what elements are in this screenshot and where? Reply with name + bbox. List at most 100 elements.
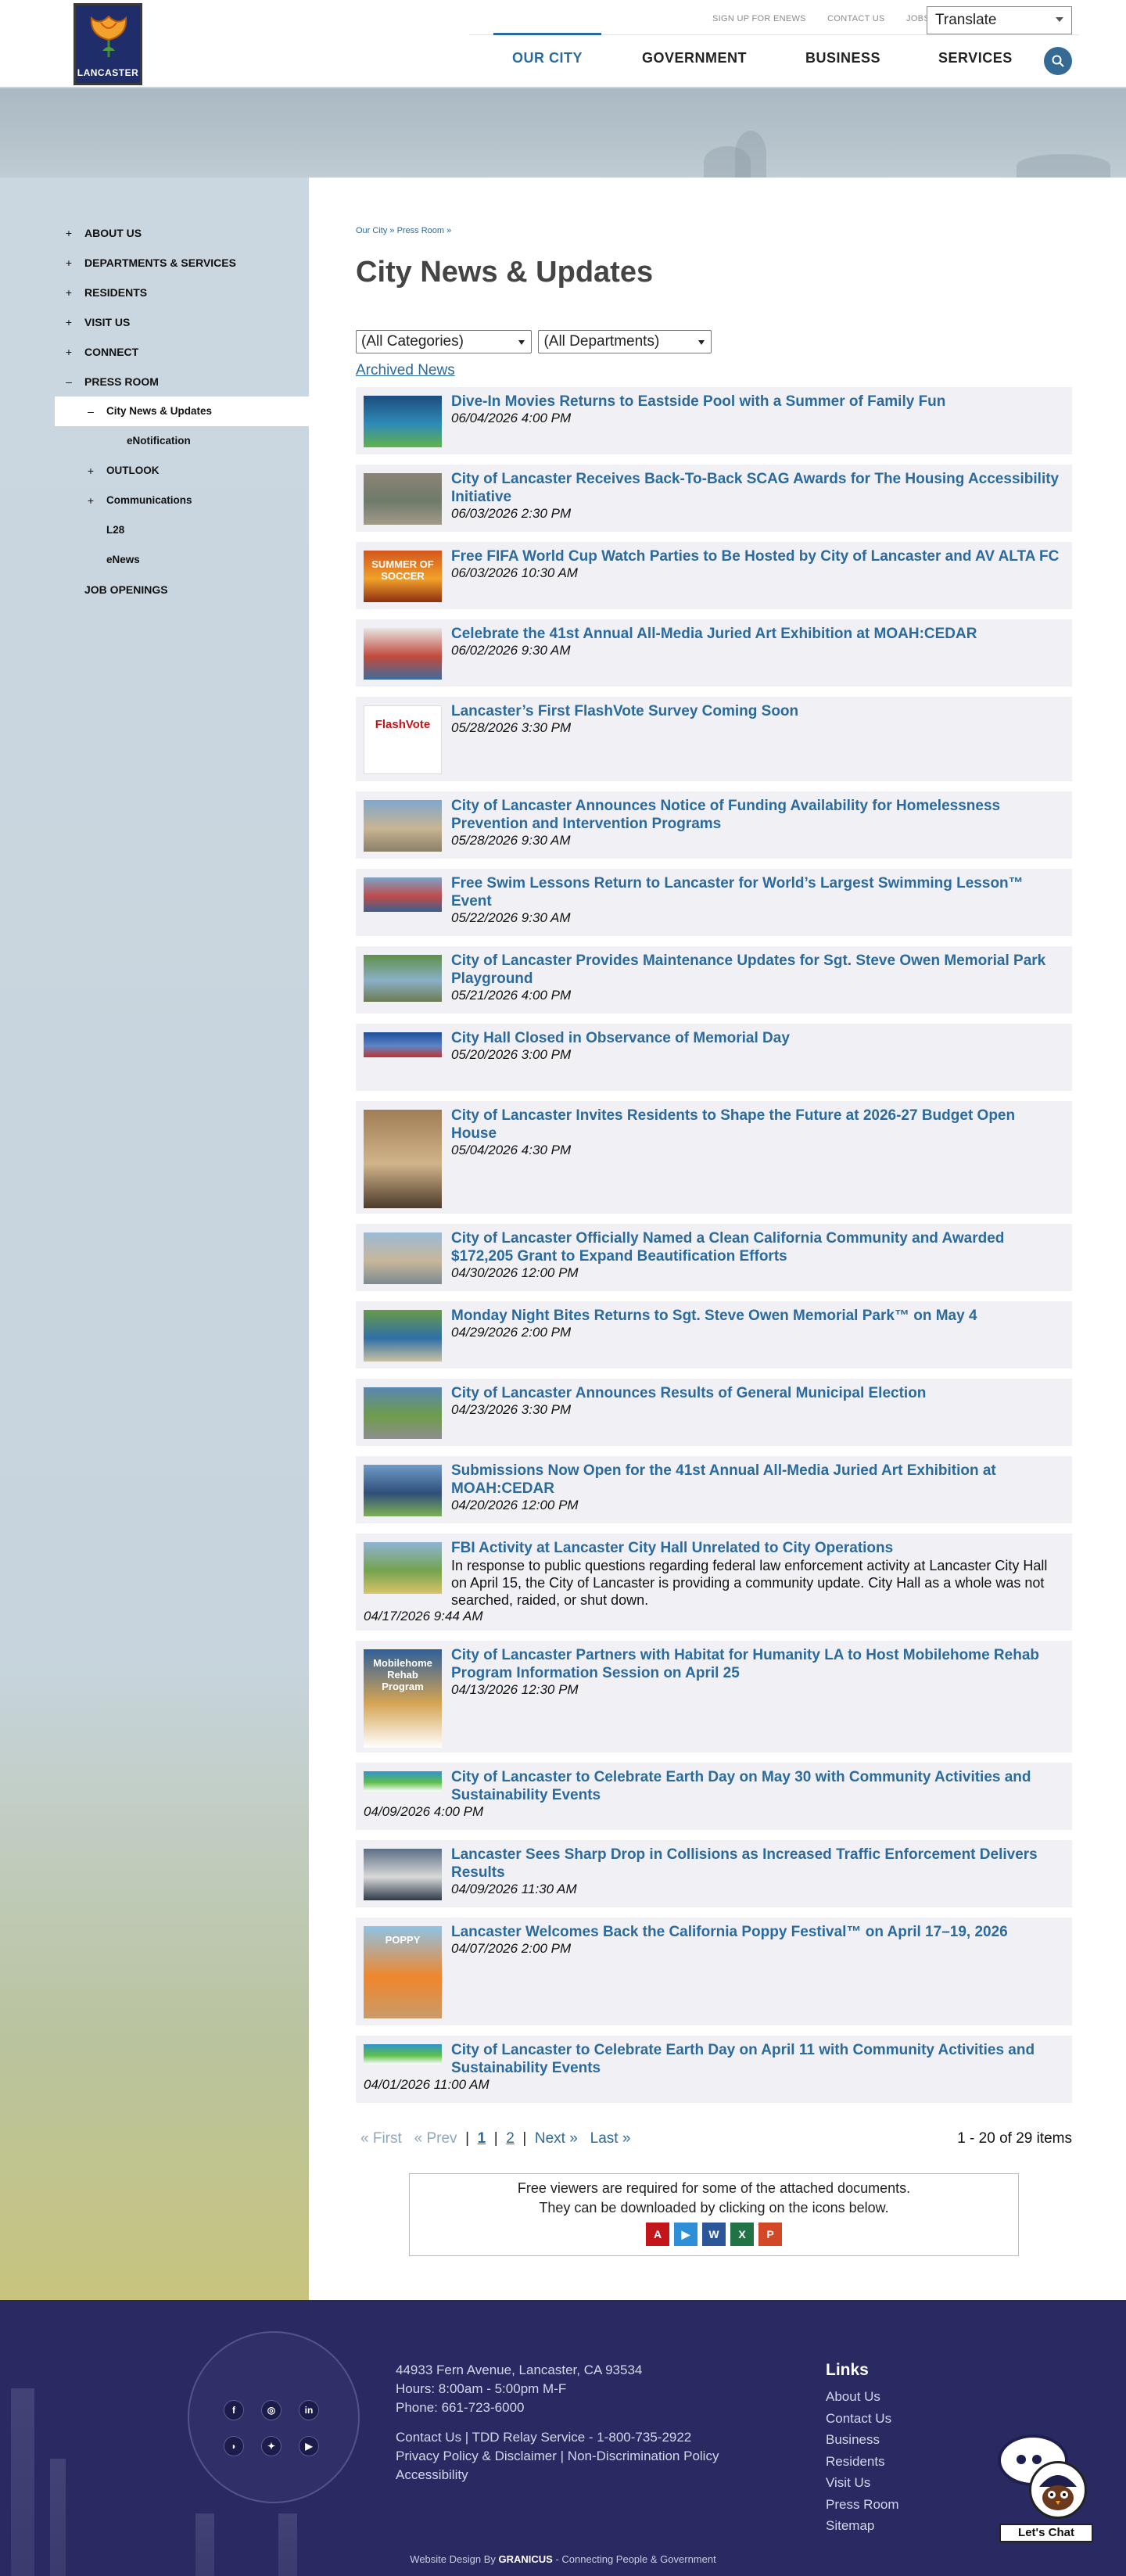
instagram-icon[interactable]: ◎ bbox=[261, 2400, 282, 2420]
expand-icon[interactable]: + bbox=[63, 337, 74, 367]
rss-icon[interactable]: ◗ bbox=[224, 2436, 244, 2456]
news-thumbnail[interactable]: FlashVote bbox=[364, 705, 442, 774]
news-thumbnail[interactable] bbox=[364, 877, 442, 912]
nav-our-city[interactable]: OUR CITY bbox=[493, 33, 602, 66]
news-title-link[interactable]: FBI Activity at Lancaster City Hall Unre… bbox=[364, 1539, 1064, 1557]
news-thumbnail[interactable] bbox=[364, 2044, 442, 2065]
news-title-link[interactable]: City of Lancaster Invites Residents to S… bbox=[364, 1107, 1064, 1143]
news-title-link[interactable]: City of Lancaster to Celebrate Earth Day… bbox=[364, 1768, 1064, 1804]
signup-enews-link[interactable]: SIGN UP FOR ENEWS bbox=[712, 14, 806, 23]
pager-page-2[interactable]: 2 bbox=[506, 2130, 515, 2147]
pager-prev[interactable]: « Prev bbox=[414, 2130, 457, 2147]
news-title-link[interactable]: Dive-In Movies Returns to Eastside Pool … bbox=[364, 393, 1064, 411]
sidebar-item[interactable]: JOB OPENINGS bbox=[55, 575, 309, 605]
category-select[interactable]: (All Categories) bbox=[356, 330, 532, 353]
search-button[interactable] bbox=[1044, 47, 1072, 75]
sidebar-item[interactable]: + VISIT US bbox=[55, 307, 309, 337]
footer-phone[interactable]: Phone: 661-723-6000 bbox=[396, 2398, 642, 2417]
news-thumbnail[interactable] bbox=[364, 1032, 442, 1057]
translate-select[interactable]: Translate bbox=[927, 6, 1072, 34]
department-select[interactable]: (All Departments) bbox=[538, 330, 712, 353]
footer-link[interactable]: Contact Us bbox=[826, 2408, 899, 2430]
news-title-link[interactable]: City of Lancaster Receives Back-To-Back … bbox=[364, 470, 1064, 506]
expand-icon[interactable]: + bbox=[85, 486, 96, 515]
sidebar-item[interactable]: eNews bbox=[55, 545, 309, 575]
sidebar-item[interactable]: – City News & Updates bbox=[55, 396, 309, 426]
news-title-link[interactable]: City of Lancaster Announces Results of G… bbox=[364, 1384, 1064, 1402]
news-thumbnail[interactable] bbox=[364, 1542, 442, 1594]
footer-privacy-line[interactable]: Privacy Policy & Disclaimer | Non-Discri… bbox=[396, 2447, 719, 2466]
news-thumbnail[interactable] bbox=[364, 1310, 442, 1362]
expand-icon[interactable]: + bbox=[63, 307, 74, 337]
news-title-link[interactable]: City of Lancaster Officially Named a Cle… bbox=[364, 1229, 1064, 1265]
pager-next[interactable]: Next » bbox=[535, 2130, 578, 2147]
expand-icon[interactable]: + bbox=[63, 278, 74, 307]
collapse-icon[interactable]: – bbox=[85, 396, 96, 426]
news-thumbnail[interactable] bbox=[364, 1771, 442, 1792]
sidebar-item[interactable]: – PRESS ROOM bbox=[55, 367, 309, 396]
youtube-icon[interactable]: ▶ bbox=[299, 2436, 319, 2456]
expand-icon[interactable]: + bbox=[63, 218, 74, 248]
pager-first[interactable]: « First bbox=[360, 2130, 402, 2147]
chat-widget[interactable]: Let's Chat bbox=[998, 2434, 1099, 2552]
news-thumbnail[interactable]: SUMMER OF SOCCER bbox=[364, 551, 442, 602]
news-thumbnail[interactable] bbox=[364, 628, 442, 680]
expand-icon[interactable]: + bbox=[85, 456, 96, 486]
linkedin-icon[interactable]: in bbox=[299, 2400, 319, 2420]
news-title-link[interactable]: City of Lancaster Provides Maintenance U… bbox=[364, 952, 1064, 988]
footer-link[interactable]: Business bbox=[826, 2429, 899, 2451]
pager-last[interactable]: Last » bbox=[590, 2130, 631, 2147]
sidebar-item[interactable]: + OUTLOOK bbox=[55, 456, 309, 486]
archived-news-link[interactable]: Archived News bbox=[356, 362, 455, 379]
sidebar-item[interactable]: + DEPARTMENTS & SERVICES bbox=[55, 248, 309, 278]
facebook-icon[interactable]: f bbox=[224, 2400, 244, 2420]
news-title-link[interactable]: Free FIFA World Cup Watch Parties to Be … bbox=[364, 547, 1064, 565]
breadcrumb[interactable]: Our City » Press Room » bbox=[356, 226, 451, 235]
media-player-icon[interactable]: ▶ bbox=[674, 2223, 697, 2246]
granicus-link[interactable]: GRANICUS bbox=[499, 2553, 553, 2565]
twitter-icon[interactable]: ✦ bbox=[261, 2436, 282, 2456]
footer-link[interactable]: Residents bbox=[826, 2451, 899, 2473]
news-title-link[interactable]: City of Lancaster Announces Notice of Fu… bbox=[364, 797, 1064, 833]
news-thumbnail[interactable] bbox=[364, 396, 442, 447]
news-thumbnail[interactable] bbox=[364, 1110, 442, 1208]
sidebar-item[interactable]: + CONNECT bbox=[55, 337, 309, 367]
news-thumbnail[interactable] bbox=[364, 1849, 442, 1900]
footer-link[interactable]: Visit Us bbox=[826, 2472, 899, 2494]
powerpoint-viewer-icon[interactable]: P bbox=[758, 2223, 782, 2246]
footer-link[interactable]: Sitemap bbox=[826, 2515, 899, 2537]
news-thumbnail[interactable] bbox=[364, 1465, 442, 1516]
news-title-link[interactable]: Free Swim Lessons Return to Lancaster fo… bbox=[364, 874, 1064, 910]
sidebar-item[interactable]: L28 bbox=[55, 515, 309, 545]
city-logo[interactable]: LANCASTER bbox=[74, 3, 142, 85]
sidebar-item[interactable]: + ABOUT US bbox=[55, 218, 309, 248]
news-title-link[interactable]: City of Lancaster Partners with Habitat … bbox=[364, 1646, 1064, 1682]
news-thumbnail[interactable] bbox=[364, 1232, 442, 1284]
news-thumbnail[interactable]: POPPY bbox=[364, 1926, 442, 2018]
news-thumbnail[interactable]: Mobilehome Rehab Program bbox=[364, 1649, 442, 1748]
contact-us-link[interactable]: CONTACT US bbox=[827, 14, 885, 23]
acrobat-reader-icon[interactable]: A bbox=[646, 2223, 669, 2246]
news-thumbnail[interactable] bbox=[364, 800, 442, 852]
news-title-link[interactable]: Lancaster’s First FlashVote Survey Comin… bbox=[364, 702, 1064, 720]
footer-contact-line[interactable]: Contact Us | TDD Relay Service - 1-800-7… bbox=[396, 2428, 719, 2447]
expand-icon[interactable]: + bbox=[63, 248, 74, 278]
nav-business[interactable]: BUSINESS bbox=[805, 50, 880, 66]
collapse-icon[interactable]: – bbox=[63, 367, 74, 396]
news-title-link[interactable]: Lancaster Welcomes Back the California P… bbox=[364, 1923, 1064, 1941]
news-thumbnail[interactable] bbox=[364, 1387, 442, 1439]
sidebar-item[interactable]: eNotification bbox=[55, 426, 309, 456]
news-title-link[interactable]: City of Lancaster to Celebrate Earth Day… bbox=[364, 2041, 1064, 2077]
excel-viewer-icon[interactable]: X bbox=[730, 2223, 754, 2246]
pager-page-1[interactable]: 1 bbox=[478, 2130, 486, 2147]
sidebar-item[interactable]: + Communications bbox=[55, 486, 309, 515]
nav-government[interactable]: GOVERNMENT bbox=[642, 50, 747, 66]
nav-services[interactable]: SERVICES bbox=[938, 50, 1013, 66]
news-thumbnail[interactable] bbox=[364, 473, 442, 525]
news-title-link[interactable]: Monday Night Bites Returns to Sgt. Steve… bbox=[364, 1307, 1064, 1325]
footer-link[interactable]: About Us bbox=[826, 2386, 899, 2408]
news-title-link[interactable]: Celebrate the 41st Annual All-Media Juri… bbox=[364, 625, 1064, 643]
footer-accessibility-link[interactable]: Accessibility bbox=[396, 2466, 719, 2485]
footer-link[interactable]: Press Room bbox=[826, 2494, 899, 2516]
news-thumbnail[interactable] bbox=[364, 955, 442, 1002]
